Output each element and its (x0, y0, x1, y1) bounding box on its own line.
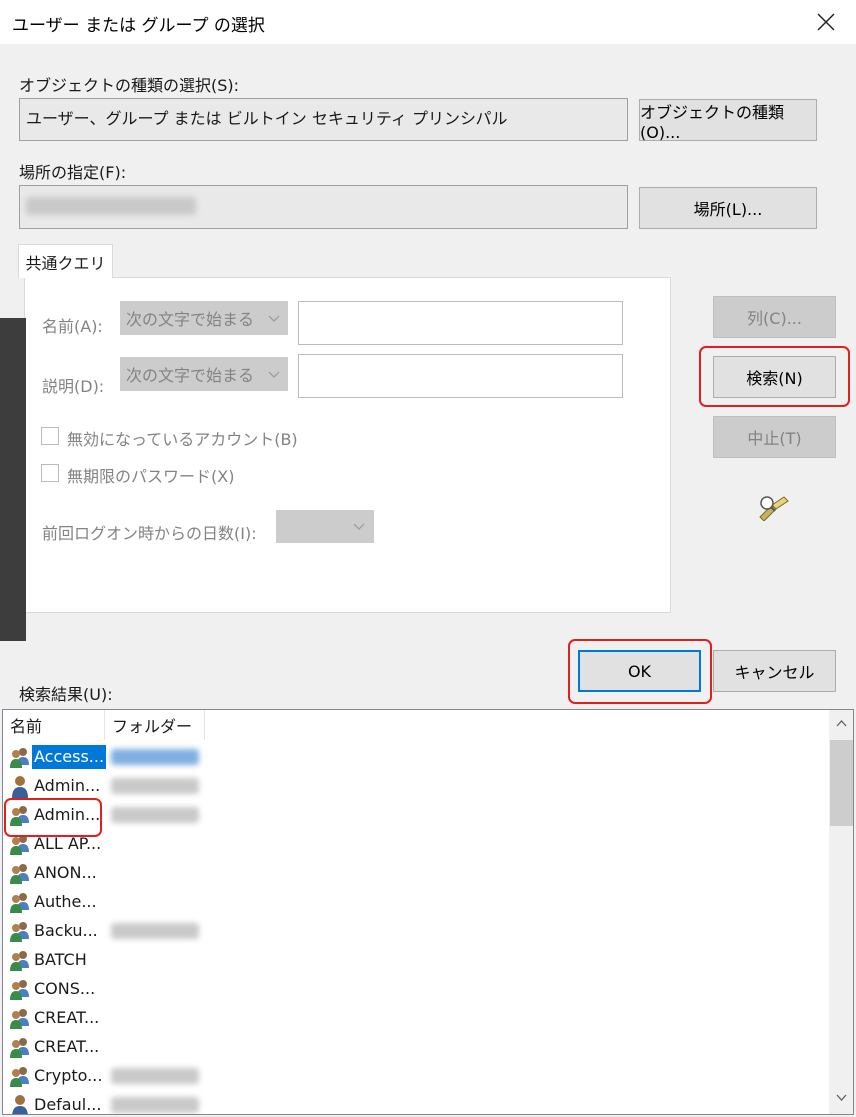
group-icon (8, 861, 32, 885)
folder-redacted (111, 778, 199, 794)
row-name: Backu... (34, 921, 98, 940)
folder-redacted (111, 923, 199, 939)
table-row[interactable]: Crypto... (3, 1062, 233, 1091)
close-icon (817, 13, 835, 31)
description-input[interactable] (298, 354, 623, 398)
chevron-down-icon (268, 315, 280, 322)
group-icon (8, 890, 32, 914)
scrollbar-thumb[interactable] (830, 740, 853, 826)
non-expiring-password-label: 無期限のパスワード(X) (67, 467, 235, 486)
row-name: Authe... (34, 892, 97, 911)
row-name: Defaul... (34, 1095, 102, 1114)
object-type-value: ユーザー、グループ または ビルトイン セキュリティ プリンシパル (26, 109, 508, 128)
scroll-down-icon[interactable] (836, 1094, 847, 1102)
folder-redacted (111, 807, 199, 823)
search-highlight (699, 346, 850, 407)
group-icon (8, 1006, 32, 1030)
columns-button[interactable]: 列(C)... (713, 296, 836, 338)
group-icon (8, 1064, 32, 1088)
disabled-accounts-checkbox[interactable] (41, 427, 59, 445)
name-input[interactable] (298, 301, 623, 345)
row-name: ANON... (34, 863, 97, 882)
user-icon (8, 1093, 32, 1114)
table-row[interactable]: Backu... (3, 917, 233, 946)
disabled-accounts-label: 無効になっているアカウント(B) (67, 430, 298, 449)
row-name: Admin... (34, 776, 101, 795)
table-row[interactable]: Admin... (3, 772, 233, 801)
close-button[interactable] (810, 6, 842, 38)
group-icon (8, 919, 32, 943)
object-types-button[interactable]: オブジェクトの種類(O)... (639, 99, 817, 142)
stop-button[interactable]: 中止(T) (713, 416, 836, 458)
object-type-field: ユーザー、グループ または ビルトイン セキュリティ プリンシパル (19, 98, 628, 141)
table-row[interactable]: Authe... (3, 888, 233, 917)
row-name: Access... (32, 745, 107, 769)
column-header-name[interactable]: 名前 (3, 710, 105, 740)
table-row[interactable]: CONS... (3, 975, 233, 1004)
group-icon (8, 1035, 32, 1059)
scroll-up-icon[interactable] (836, 719, 847, 727)
folder-redacted (111, 749, 199, 765)
name-label: 名前(A): (42, 317, 103, 336)
row-name: CONS... (34, 979, 96, 998)
name-mode-value: 次の文字で始まる (126, 310, 255, 329)
description-label: 説明(D): (42, 377, 105, 396)
description-mode-select[interactable]: 次の文字で始まる (120, 357, 288, 391)
cancel-button[interactable]: キャンセル (713, 650, 836, 692)
location-redacted (26, 197, 196, 215)
folder-redacted (111, 1097, 199, 1113)
non-expiring-password-checkbox[interactable] (41, 464, 59, 482)
user-icon (8, 774, 32, 798)
name-mode-select[interactable]: 次の文字で始まる (120, 301, 288, 335)
admin-row-highlight (4, 798, 102, 837)
table-row[interactable]: ANON... (3, 859, 233, 888)
group-icon (8, 948, 32, 972)
search-results-list[interactable]: 名前 フォルダー Access... Admin... Admin... ALL AP… (2, 709, 854, 1115)
group-icon (8, 745, 32, 769)
row-name: CREAT... (34, 1008, 100, 1027)
table-row[interactable]: CREAT... (3, 1033, 233, 1062)
table-row[interactable]: CREAT... (3, 1004, 233, 1033)
row-name: BATCH (34, 950, 87, 969)
chevron-down-icon (268, 371, 280, 378)
table-row[interactable]: BATCH (3, 946, 233, 975)
background-window-edge (0, 318, 26, 641)
ok-highlight (568, 639, 712, 704)
vertical-scrollbar[interactable] (829, 710, 853, 1114)
location-label: 場所の指定(F): (19, 163, 127, 182)
search-flashlight-icon (759, 496, 789, 521)
row-name: CREAT... (34, 1037, 100, 1056)
table-row[interactable]: Defaul... (3, 1091, 233, 1114)
window-title: ユーザー または グループ の選択 (12, 16, 265, 36)
folder-redacted (111, 1068, 199, 1084)
days-since-logon-select[interactable] (276, 510, 374, 543)
column-header-folder[interactable]: フォルダー (105, 710, 205, 740)
locations-button[interactable]: 場所(L)... (639, 187, 817, 229)
description-mode-value: 次の文字で始まる (126, 366, 255, 385)
table-row[interactable]: Access... (3, 743, 233, 772)
object-type-label: オブジェクトの種類の選択(S): (19, 76, 240, 95)
row-name: Crypto... (34, 1066, 103, 1085)
chevron-down-icon (353, 523, 365, 530)
location-field (19, 185, 628, 229)
tab-common-queries[interactable]: 共通クエリ (18, 244, 113, 278)
group-icon (8, 977, 32, 1001)
days-since-logon-label: 前回ログオン時からの日数(I): (42, 524, 257, 543)
search-results-label: 検索結果(U): (19, 685, 113, 704)
